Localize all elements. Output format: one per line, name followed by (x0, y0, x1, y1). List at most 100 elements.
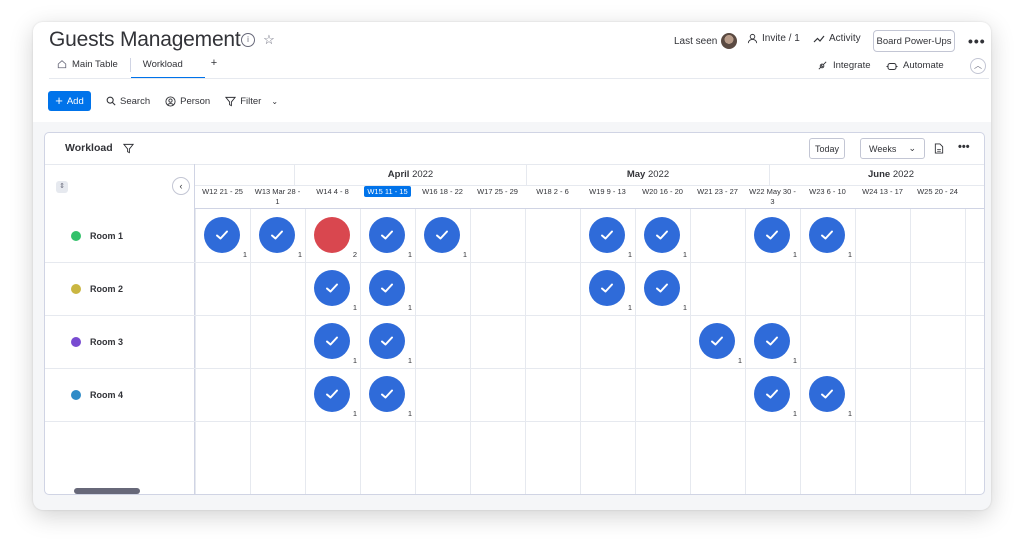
item-count: 2 (352, 250, 357, 259)
workload-cell[interactable]: 2 (305, 209, 360, 262)
week-header: W20 16 - 20 (642, 187, 683, 196)
capacity-ok-indicator[interactable] (589, 270, 625, 306)
workload-cell[interactable]: 1 (305, 262, 360, 315)
workload-cell[interactable]: 1 (415, 209, 470, 262)
integrate-button[interactable]: Integrate (817, 60, 871, 71)
chevron-up-icon: ︿ (974, 61, 982, 70)
capacity-ok-indicator[interactable] (589, 217, 625, 253)
item-count: 1 (847, 409, 852, 418)
week-header: W12 21 - 25 (202, 187, 243, 196)
board-menu-button[interactable]: ••• (968, 33, 986, 49)
capacity-ok-indicator[interactable] (644, 270, 680, 306)
capacity-ok-indicator[interactable] (644, 217, 680, 253)
capacity-ok-indicator[interactable] (369, 376, 405, 412)
filter-button[interactable]: Filter ⌄ (225, 96, 278, 107)
tabs-divider (49, 78, 989, 79)
capacity-ok-indicator[interactable] (424, 217, 460, 253)
last-seen[interactable]: Last seen (674, 33, 738, 49)
workload-cell[interactable]: 1 (635, 262, 690, 315)
search-button[interactable]: Search (106, 96, 150, 107)
capacity-ok-indicator[interactable] (754, 323, 790, 359)
workload-cell[interactable]: 1 (745, 315, 800, 368)
horizontal-scrollbar[interactable] (74, 488, 140, 494)
item-count: 1 (792, 356, 797, 365)
workload-cell[interactable]: 1 (580, 262, 635, 315)
workload-cell[interactable]: 1 (745, 209, 800, 262)
person-icon (747, 33, 758, 44)
workload-cell[interactable]: 1 (250, 209, 305, 262)
workload-cell[interactable]: 1 (360, 368, 415, 421)
capacity-ok-indicator[interactable] (259, 217, 295, 253)
board-power-ups-button[interactable]: Board Power-Ups (873, 30, 955, 52)
item-count: 1 (407, 356, 412, 365)
capacity-ok-indicator[interactable] (369, 323, 405, 359)
capacity-ok-indicator[interactable] (314, 376, 350, 412)
star-icon[interactable]: ☆ (262, 33, 276, 47)
tab-workload[interactable]: Workload (130, 55, 205, 79)
workload-cell[interactable]: 1 (305, 315, 360, 368)
add-button[interactable]: + Add (48, 91, 91, 111)
status-dot (71, 230, 81, 241)
item-count: 1 (627, 303, 632, 312)
item-count: 1 (462, 250, 467, 259)
room-row-label[interactable]: Room 4 (45, 368, 195, 421)
tab-main-table[interactable]: Main Table (49, 55, 130, 79)
previous-period-button[interactable]: ‹ (172, 177, 190, 195)
capacity-ok-indicator[interactable] (369, 217, 405, 253)
workload-cell[interactable]: 1 (305, 368, 360, 421)
capacity-ok-indicator[interactable] (809, 217, 845, 253)
capacity-ok-indicator[interactable] (754, 217, 790, 253)
capacity-ok-indicator[interactable] (754, 376, 790, 412)
row-divider (45, 421, 984, 422)
checkmark-icon (766, 336, 778, 346)
workload-cell[interactable]: 1 (360, 315, 415, 368)
board-window: Guests Management i ☆ Last seen Invite /… (33, 22, 991, 510)
capacity-ok-indicator[interactable] (809, 376, 845, 412)
person-circle-icon (165, 95, 176, 107)
workload-cell[interactable]: 1 (800, 209, 855, 262)
workload-menu-button[interactable]: ••• (958, 141, 970, 153)
checkmark-icon (656, 230, 668, 240)
capacity-ok-indicator[interactable] (699, 323, 735, 359)
board-title[interactable]: Guests Management (49, 28, 241, 52)
capacity-ok-indicator[interactable] (314, 270, 350, 306)
month-june: June 2022 (769, 164, 984, 186)
room-row-label[interactable]: Room 2 (45, 262, 195, 315)
month-may: May 2022 (526, 164, 769, 186)
item-count: 1 (792, 250, 797, 259)
room-row-label[interactable]: Room 1 (45, 209, 195, 262)
workload-cell[interactable]: 1 (195, 209, 250, 262)
workload-cell[interactable]: 1 (745, 368, 800, 421)
overload-indicator[interactable] (314, 217, 350, 253)
item-count: 1 (792, 409, 797, 418)
person-filter-button[interactable]: Person (165, 96, 210, 107)
capacity-ok-indicator[interactable] (314, 323, 350, 359)
checkmark-icon (381, 230, 393, 240)
workload-cell[interactable]: 1 (580, 209, 635, 262)
checkmark-icon (601, 230, 613, 240)
workload-cell[interactable]: 1 (360, 262, 415, 315)
sort-icon[interactable]: ⇕ (56, 181, 68, 193)
checkmark-icon (326, 336, 338, 346)
workload-cell[interactable]: 1 (690, 315, 745, 368)
workload-cell[interactable]: 1 (635, 209, 690, 262)
today-button[interactable]: Today (809, 138, 845, 159)
info-icon[interactable]: i (241, 33, 255, 47)
month-april: April 2022 (294, 164, 526, 186)
item-count: 1 (407, 409, 412, 418)
automate-button[interactable]: Automate (886, 60, 944, 71)
checkmark-icon (216, 230, 228, 240)
activity-button[interactable]: Activity (813, 33, 861, 44)
workload-cell[interactable]: 1 (800, 368, 855, 421)
invite-button[interactable]: Invite / 1 (747, 33, 800, 44)
capacity-ok-indicator[interactable] (369, 270, 405, 306)
add-view-button[interactable]: + (205, 55, 229, 79)
export-file-icon[interactable] (934, 143, 944, 154)
collapse-header-button[interactable]: ︿ (970, 58, 986, 74)
filter-icon[interactable] (122, 143, 134, 154)
room-row-label[interactable]: Room 3 (45, 315, 195, 368)
item-count: 1 (737, 356, 742, 365)
period-select[interactable]: Weeks ⌄ (860, 138, 925, 159)
workload-cell[interactable]: 1 (360, 209, 415, 262)
capacity-ok-indicator[interactable] (204, 217, 240, 253)
